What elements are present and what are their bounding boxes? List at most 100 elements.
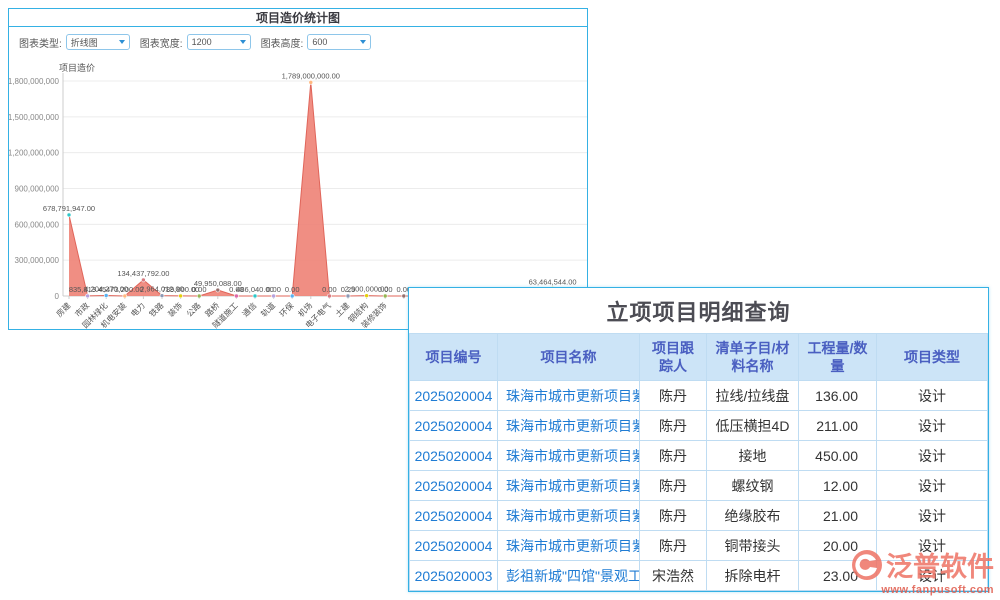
column-header-1: 项目名称 (498, 334, 640, 381)
data-point-label: 678,791,947.00 (43, 204, 95, 213)
column-header-3: 清单子目/材料名称 (707, 334, 799, 381)
data-point-marker (309, 80, 313, 84)
chart-height-group: 图表高度: 600 (261, 34, 372, 50)
data-point-marker (197, 294, 201, 298)
y-axis-tick-label: 900,000,000 (15, 185, 60, 194)
chart-type-label: 图表类型: (19, 35, 62, 50)
quantity-cell: 450.00 (799, 441, 877, 471)
chart-height-select[interactable]: 600 (307, 34, 371, 50)
x-axis-category-label: 铁路 (147, 300, 165, 318)
data-point-marker (86, 294, 90, 298)
chart-width-label: 图表宽度: (140, 35, 183, 50)
data-point-label: 473,200.00 (106, 285, 144, 294)
data-point-marker (290, 294, 294, 298)
chevron-down-icon (360, 40, 366, 44)
project-name-link[interactable]: 珠海市城市更新项目紫桐 (498, 381, 640, 411)
chart-width-group: 图表宽度: 1200 (140, 34, 251, 50)
project-name-link[interactable]: 珠海市城市更新项目紫桐 (498, 531, 640, 561)
chart-toolbar: 图表类型: 折线图 图表宽度: 1200 图表高度: 600 (9, 27, 587, 57)
item-name-cell: 螺纹钢 (707, 471, 799, 501)
column-header-2: 项目跟踪人 (640, 334, 707, 381)
fanpu-logo-icon (850, 548, 884, 582)
y-axis-tick-label: 1,500,000,000 (9, 113, 60, 122)
data-point-label: 0.00 (322, 285, 337, 294)
data-point-marker (272, 294, 276, 298)
table-row: 2025020004珠海市城市更新项目紫桐陈丹绝缘胶布21.00设计 (410, 501, 988, 531)
table-row: 2025020004珠海市城市更新项目紫桐陈丹拉线/拉线盘136.00设计 (410, 381, 988, 411)
project-id-link[interactable]: 2025020004 (410, 531, 498, 561)
y-axis-tick-label: 300,000,000 (15, 256, 60, 265)
chart-height-label: 图表高度: (261, 35, 304, 50)
vendor-watermark: 泛普软件 www.fanpusoft.com (850, 545, 994, 596)
project-id-link[interactable]: 2025020004 (410, 501, 498, 531)
tracker-cell: 陈丹 (640, 411, 707, 441)
project-name-link[interactable]: 珠海市城市更新项目紫桐 (498, 441, 640, 471)
x-axis-category-label: 通信 (240, 300, 258, 318)
item-name-cell: 接地 (707, 441, 799, 471)
project-id-link[interactable]: 2025020003 (410, 561, 498, 591)
quantity-cell: 21.00 (799, 501, 877, 531)
tracker-cell: 陈丹 (640, 381, 707, 411)
x-axis-category-label: 房建 (54, 300, 72, 318)
data-point-marker (383, 294, 387, 298)
query-window-title: 立项项目明细查询 (606, 295, 790, 327)
item-name-cell: 拆除电杆 (707, 561, 799, 591)
vendor-url-text: www.fanpusoft.com (881, 584, 994, 596)
data-point-marker (67, 213, 71, 217)
project-name-link[interactable]: 珠海市城市更新项目紫桐 (498, 471, 640, 501)
item-name-cell: 绝缘胶布 (707, 501, 799, 531)
item-name-cell: 低压横担4D (707, 411, 799, 441)
chart-width-value: 1200 (192, 37, 212, 47)
table-row: 2025020004珠海市城市更新项目紫桐陈丹螺纹钢12.00设计 (410, 471, 988, 501)
chart-window-title: 项目造价统计图 (256, 9, 340, 26)
vendor-brand-text: 泛普软件 (886, 545, 994, 584)
tracker-cell: 陈丹 (640, 501, 707, 531)
type-cell: 设计 (877, 441, 988, 471)
y-axis-tick-label: 600,000,000 (15, 220, 60, 229)
column-header-4: 工程量/数量 (799, 334, 877, 381)
y-axis-tick-label: 1,800,000,000 (9, 77, 60, 86)
data-point-label: 0.00 (266, 285, 281, 294)
x-axis-category-label: 轨道 (259, 300, 277, 318)
y-axis-tick-label: 1,200,000,000 (9, 149, 60, 158)
type-cell: 设计 (877, 501, 988, 531)
x-axis-category-label: 电力 (128, 300, 146, 318)
chart-type-select[interactable]: 折线图 (66, 34, 130, 50)
data-point-label: 1,789,000,000.00 (282, 71, 340, 80)
project-id-link[interactable]: 2025020004 (410, 471, 498, 501)
y-axis-title: 项目造价 (59, 62, 95, 73)
chart-width-select[interactable]: 1200 (187, 34, 251, 50)
x-axis-category-label: 公路 (184, 300, 202, 318)
data-point-label: 134,437,792.00 (117, 269, 169, 278)
tracker-cell: 陈丹 (640, 531, 707, 561)
data-point-label: 0.00 (285, 285, 300, 294)
column-header-5: 项目类型 (877, 334, 988, 381)
table-header-row: 项目编号项目名称项目跟踪人清单子目/材料名称工程量/数量项目类型 (410, 334, 988, 381)
data-point-marker (216, 288, 220, 292)
data-point-marker (402, 294, 406, 298)
query-window-titlebar: 立项项目明细查询 (409, 288, 988, 333)
data-point-marker (141, 278, 145, 282)
project-id-link[interactable]: 2025020004 (410, 381, 498, 411)
chevron-down-icon (240, 40, 246, 44)
item-name-cell: 拉线/拉线盘 (707, 381, 799, 411)
data-point-marker (327, 294, 331, 298)
project-name-link[interactable]: 珠海市城市更新项目紫桐 (498, 501, 640, 531)
project-id-link[interactable]: 2025020004 (410, 441, 498, 471)
x-axis-category-label: 环保 (277, 300, 295, 318)
type-cell: 设计 (877, 411, 988, 441)
project-name-link[interactable]: 彭祖新城"四馆"景观工程 (498, 561, 640, 591)
chart-type-value: 折线图 (71, 36, 98, 49)
data-point-marker (365, 294, 369, 298)
chart-height-value: 600 (312, 37, 327, 47)
chart-type-group: 图表类型: 折线图 (19, 34, 130, 50)
data-point-marker (160, 294, 164, 298)
project-id-link[interactable]: 2025020004 (410, 411, 498, 441)
data-point-marker (253, 294, 257, 298)
quantity-cell: 136.00 (799, 381, 877, 411)
data-point-marker (104, 293, 108, 297)
project-name-link[interactable]: 珠海市城市更新项目紫桐 (498, 411, 640, 441)
quantity-cell: 211.00 (799, 411, 877, 441)
data-point-marker (179, 294, 183, 298)
tracker-cell: 陈丹 (640, 441, 707, 471)
